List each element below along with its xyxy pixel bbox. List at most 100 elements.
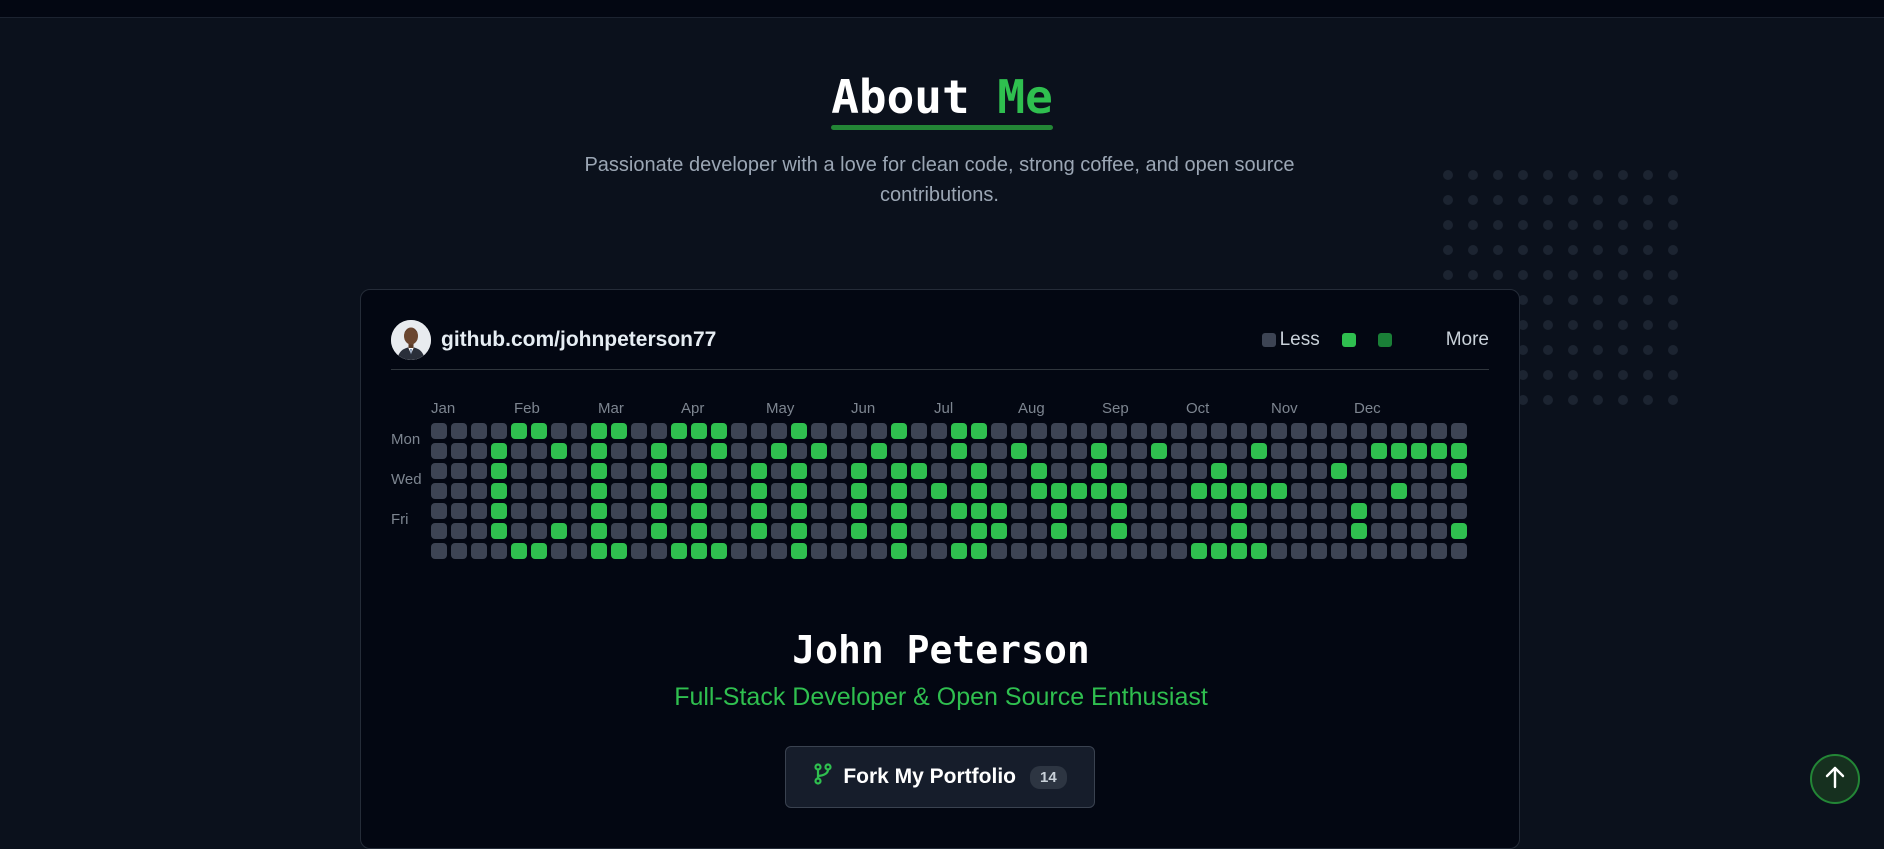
contribution-cell	[491, 463, 507, 479]
decorative-dot	[1568, 195, 1578, 205]
contribution-cell	[1011, 523, 1027, 539]
fork-count-badge: 14	[1029, 765, 1067, 789]
contribution-cell	[1031, 543, 1047, 559]
contribution-cell	[1191, 503, 1207, 519]
decorative-dot	[1443, 170, 1453, 180]
contribution-cell	[471, 463, 487, 479]
contribution-cell	[711, 543, 727, 559]
month-label: Sep	[1102, 400, 1129, 417]
contribution-cell	[951, 443, 967, 459]
legend-swatch-dark	[1377, 333, 1392, 347]
legend-swatch-bright	[1341, 333, 1356, 347]
contribution-cell	[1231, 423, 1247, 439]
contribution-cell	[1271, 423, 1287, 439]
decorative-dot	[1618, 345, 1628, 355]
contribution-cell	[1131, 443, 1147, 459]
contribution-cell	[1411, 423, 1427, 439]
decorative-dot	[1543, 220, 1553, 230]
decorative-dot	[1468, 270, 1478, 280]
contribution-cell	[551, 543, 567, 559]
decorative-dot	[1668, 195, 1678, 205]
contribution-cell	[511, 483, 527, 499]
contribution-cell	[571, 423, 587, 439]
contribution-cell	[631, 443, 647, 459]
contribution-cell	[1271, 543, 1287, 559]
decorative-dot	[1568, 295, 1578, 305]
contribution-cell	[1351, 523, 1367, 539]
contribution-cell	[591, 443, 607, 459]
contribution-cell	[1091, 543, 1107, 559]
contribution-cell	[1131, 503, 1147, 519]
decorative-dot	[1493, 170, 1503, 180]
contribution-cell	[431, 463, 447, 479]
contribution-cell	[531, 503, 547, 519]
contribution-cell	[1211, 423, 1227, 439]
contribution-cell	[1211, 463, 1227, 479]
contribution-cell	[531, 483, 547, 499]
contribution-cell	[1291, 463, 1307, 479]
contribution-cell	[571, 543, 587, 559]
decorative-dot	[1568, 170, 1578, 180]
contribution-cell	[451, 423, 467, 439]
contribution-cell	[451, 443, 467, 459]
month-label: Apr	[681, 400, 705, 417]
contribution-cell	[1271, 463, 1287, 479]
contribution-cell	[1191, 523, 1207, 539]
contribution-cell	[471, 503, 487, 519]
decorative-dot	[1543, 295, 1553, 305]
contribution-cell	[911, 523, 927, 539]
contribution-cell	[1371, 543, 1387, 559]
contribution-cell	[631, 483, 647, 499]
scroll-to-top-button[interactable]	[1810, 754, 1860, 804]
contribution-cell	[551, 443, 567, 459]
contribution-cell	[591, 483, 607, 499]
contribution-cell	[831, 443, 847, 459]
fork-portfolio-button[interactable]: Fork My Portfolio 14	[785, 746, 1095, 808]
contribution-cell	[971, 423, 987, 439]
contribution-cell	[651, 443, 667, 459]
decorative-dot	[1543, 345, 1553, 355]
contribution-cell	[491, 523, 507, 539]
contribution-cell	[611, 543, 627, 559]
contribution-cell	[571, 503, 587, 519]
contribution-cell	[1231, 543, 1247, 559]
decorative-dot	[1568, 220, 1578, 230]
decorative-dot	[1593, 195, 1603, 205]
contribution-cell	[631, 503, 647, 519]
contribution-cell	[791, 443, 807, 459]
decorative-dot	[1518, 170, 1528, 180]
decorative-dot	[1543, 270, 1553, 280]
contribution-cell	[891, 503, 907, 519]
contribution-cell	[871, 523, 887, 539]
decorative-dot	[1593, 320, 1603, 330]
decorative-dot	[1668, 395, 1678, 405]
contribution-cell	[611, 523, 627, 539]
contribution-cell	[691, 423, 707, 439]
contribution-cell	[1011, 503, 1027, 519]
contribution-cell	[911, 423, 927, 439]
contribution-cell	[871, 503, 887, 519]
contribution-cell	[971, 463, 987, 479]
contribution-cell	[651, 423, 667, 439]
github-profile-link[interactable]: github.com/johnpeterson77	[441, 328, 716, 352]
contribution-cell	[671, 483, 687, 499]
contribution-cell	[631, 523, 647, 539]
decorative-dot	[1443, 270, 1453, 280]
contribution-cell	[1171, 523, 1187, 539]
month-label: Jan	[431, 400, 456, 417]
contribution-cell	[971, 543, 987, 559]
contribution-cell	[751, 423, 767, 439]
legend-swatch-empty	[1261, 333, 1276, 347]
decorative-dot	[1668, 295, 1678, 305]
decorative-dot	[1618, 270, 1628, 280]
contribution-cell	[1191, 463, 1207, 479]
contribution-cell	[1151, 423, 1167, 439]
contribution-cell	[1151, 443, 1167, 459]
contribution-cell	[851, 523, 867, 539]
contribution-cell	[1171, 503, 1187, 519]
contribution-cell	[971, 523, 987, 539]
contribution-cell	[431, 423, 447, 439]
contribution-cell	[1431, 503, 1447, 519]
contribution-cell	[1051, 423, 1067, 439]
contribution-cell	[571, 483, 587, 499]
